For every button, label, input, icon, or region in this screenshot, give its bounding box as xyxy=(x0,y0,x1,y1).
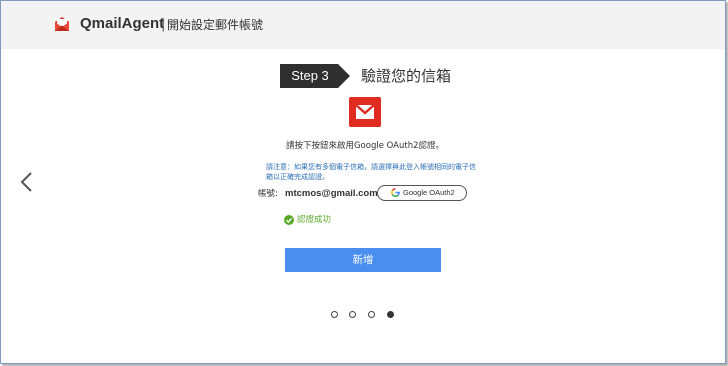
chevron-left-icon[interactable] xyxy=(17,170,37,194)
account-note: 請注意：如果您有多個電子信箱，請選擇與此登入帳號相同的電子信箱以正確完成認證。 xyxy=(266,163,476,181)
app-window: QmailAgent | 開始設定郵件帳號 Step 3 驗證您的信箱 請按下按… xyxy=(0,0,726,364)
account-email: mtcmos@gmail.com xyxy=(285,188,378,199)
google-icon xyxy=(391,188,400,197)
auth-status-text: 認證成功 xyxy=(297,215,332,225)
title-separator: | xyxy=(161,17,166,32)
check-circle-icon xyxy=(284,215,294,225)
gmail-icon xyxy=(349,97,381,127)
step-badge: Step 3 xyxy=(280,64,350,88)
pager-dot-2[interactable] xyxy=(349,311,356,318)
pager-dot-1[interactable] xyxy=(331,311,338,318)
google-oauth-button[interactable]: Google OAuth2 xyxy=(377,185,467,201)
add-button[interactable]: 新增 xyxy=(285,248,441,272)
page-subtitle: 開始設定郵件帳號 xyxy=(167,18,264,32)
app-name: QmailAgent xyxy=(80,15,165,32)
instruction-text: 請按下按鈕來啟用Google OAuth2認證。 xyxy=(285,141,445,151)
google-oauth-label: Google OAuth2 xyxy=(403,188,455,197)
pager-dot-3[interactable] xyxy=(368,311,375,318)
pager-dot-4[interactable] xyxy=(387,311,394,318)
header: QmailAgent | 開始設定郵件帳號 xyxy=(1,1,725,49)
step-title: 驗證您的信箱 xyxy=(361,67,452,85)
envelope-icon xyxy=(55,17,69,31)
account-label: 帳號: xyxy=(258,189,278,199)
step-label: Step 3 xyxy=(291,68,329,83)
